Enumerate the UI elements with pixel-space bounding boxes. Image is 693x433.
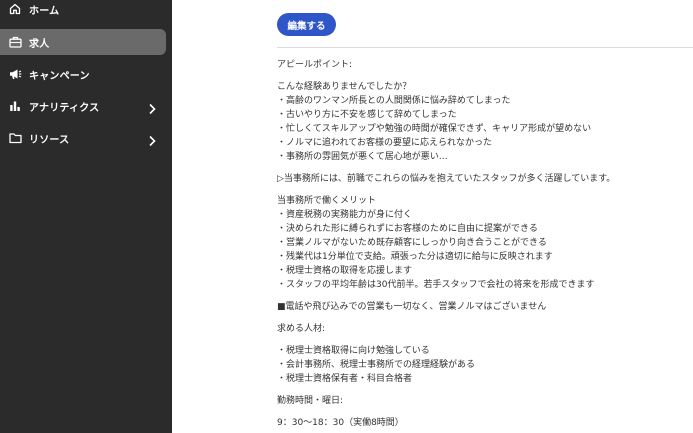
appeal-heading: アピールポイント: bbox=[277, 60, 353, 70]
folder-icon bbox=[8, 131, 22, 145]
text-line: ■電話や飛び込みでの営業も一切なく、営業ノルマはございません bbox=[277, 302, 547, 312]
text-line: ・税理士資格取得に向け勉強している bbox=[277, 346, 430, 356]
bar-chart-icon bbox=[8, 99, 22, 113]
app-root: ホーム 求人 キャンペーン アナリティクス リソース 編集する アピールポイント… bbox=[0, 0, 693, 433]
edit-button[interactable]: 編集する bbox=[277, 13, 336, 36]
sidebar-item-home[interactable]: ホーム bbox=[0, 0, 166, 22]
text-line: ・決められた形に縛られずにお客様のために自由に提案ができる bbox=[277, 224, 538, 234]
text-line: ・事務所の雰囲気が悪くて居心地が悪い… bbox=[277, 152, 448, 162]
text-line: ・スタッフの平均年齢は30代前半。若手スタッフで会社の将来を形成できます bbox=[277, 280, 595, 290]
sidebar-item-resources[interactable]: リソース bbox=[0, 125, 166, 151]
text-line: ▷当事務所には、前職でこれらの悩みを抱えていたスタッフが多く活躍しています。 bbox=[277, 174, 616, 184]
text-line: ・資産税務の実務能力が身に付く bbox=[277, 210, 413, 220]
sidebar-item-jobs[interactable]: 求人 bbox=[0, 29, 166, 55]
sidebar-item-label: ホーム bbox=[29, 5, 60, 17]
text-line: ・古いやり方に不安を感じて辞めてしまった bbox=[277, 110, 457, 120]
briefcase-icon bbox=[8, 35, 22, 49]
sidebar-item-label: キャンペーン bbox=[29, 70, 90, 82]
text-line: ・忙しくてスキルアップや勉強の時間が確保できず、キャリア形成が望めない bbox=[277, 124, 592, 134]
chevron-right-icon bbox=[147, 100, 157, 115]
chevron-right-icon bbox=[147, 132, 157, 147]
text-line: ・税理士資格保有者・科目合格者 bbox=[277, 374, 413, 384]
sidebar-item-campaigns[interactable]: キャンペーン bbox=[0, 61, 166, 87]
text-line: ・残業代は1分単位で支給。頑張った分は適切に給与に反映されます bbox=[277, 252, 553, 262]
megaphone-icon bbox=[8, 67, 22, 81]
text-line: 9：30〜18：30（実働8時間） bbox=[277, 418, 404, 428]
sidebar-item-label: リソース bbox=[29, 134, 70, 146]
sidebar: ホーム 求人 キャンペーン アナリティクス リソース bbox=[0, 0, 172, 433]
text-line: ・会計事務所、税理士事務所での経理経験がある bbox=[277, 360, 476, 370]
text-line: ・税理士資格の取得を応援します bbox=[277, 266, 413, 276]
home-icon bbox=[8, 2, 22, 16]
hours-heading: 勤務時間・曜日: bbox=[277, 396, 344, 406]
text-line: ・高齢のワンマン所長との人間関係に悩み辞めてしまった bbox=[277, 96, 511, 106]
requirements-heading: 求める人材: bbox=[277, 324, 326, 334]
text-line: ・営業ノルマがないため既存顧客にしっかり向き合うことができる bbox=[277, 238, 547, 248]
text-line: こんな経験ありませんでしたか？ bbox=[277, 82, 412, 92]
divider bbox=[277, 47, 693, 48]
merits-heading: 当事務所で働くメリット bbox=[277, 196, 377, 206]
sidebar-item-label: 求人 bbox=[29, 38, 50, 50]
sidebar-item-analytics[interactable]: アナリティクス bbox=[0, 93, 166, 119]
job-detail-panel: 編集する アピールポイント: こんな経験ありませんでしたか？ ・高齢のワンマン所… bbox=[172, 0, 693, 433]
text-line: ・ノルマに追われてお客様の要望に応えられなかった bbox=[277, 138, 493, 148]
sidebar-item-label: アナリティクス bbox=[29, 102, 100, 114]
